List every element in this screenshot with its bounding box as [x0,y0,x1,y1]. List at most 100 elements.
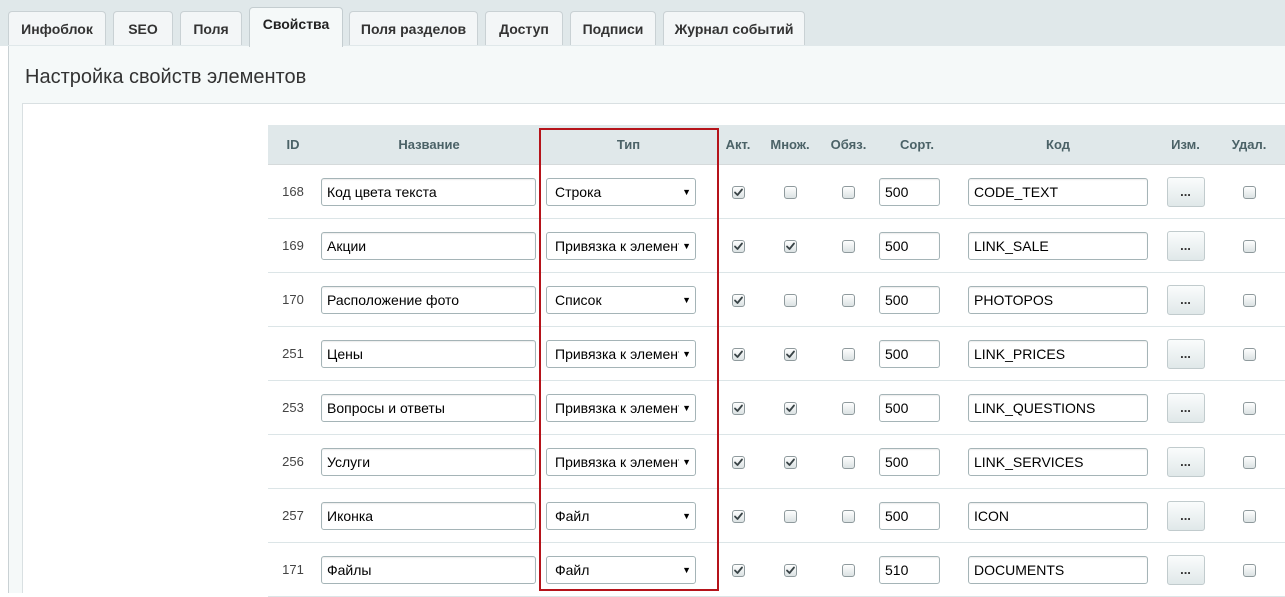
type-select[interactable]: Привязка к элементам ▼ [546,447,696,476]
multiple-cell [759,218,821,273]
tab-event-log[interactable]: Журнал событий [663,11,805,45]
code-input[interactable]: ICON [968,501,1148,530]
required-checkbox[interactable] [842,186,855,200]
delete-checkbox[interactable] [1242,348,1256,362]
code-input[interactable]: DOCUMENTS [968,555,1148,584]
edit-button[interactable]: ... [1166,284,1205,315]
required-checkbox[interactable] [842,510,855,524]
active-checkbox[interactable] [731,186,745,200]
dropdown-arrow-icon: ▼ [682,240,691,251]
table-row: 168 Код цвета текста Строка ▼ 500 CODE_T… [268,164,1285,219]
code-input[interactable]: LINK_SALE [968,231,1148,260]
sort-input[interactable]: 500 [879,339,940,368]
required-checkbox[interactable] [842,348,855,362]
sort-input[interactable]: 500 [879,231,940,260]
edit-button[interactable]: ... [1166,176,1205,207]
delete-checkbox[interactable] [1242,456,1256,470]
code-input[interactable]: LINK_PRICES [968,339,1148,368]
required-checkbox[interactable] [842,564,855,578]
tab-infoblock[interactable]: Инфоблок [8,11,106,45]
sort-input[interactable]: 500 [879,447,940,476]
multiple-checkbox[interactable] [783,186,797,200]
edit-cell: ... [1158,326,1213,381]
tab-seo[interactable]: SEO [113,11,173,45]
type-cell: Привязка к элементам ▼ [540,380,717,435]
tab-section-fields[interactable]: Поля разделов [349,11,478,45]
active-checkbox[interactable] [731,348,745,362]
tab-fields[interactable]: Поля [180,11,242,45]
edit-cell: ... [1158,218,1213,273]
dropdown-arrow-icon: ▼ [682,564,691,575]
type-select[interactable]: Файл ▼ [546,555,696,584]
code-input[interactable]: PHOTOPOS [968,285,1148,314]
multiple-checkbox[interactable] [783,240,797,254]
multiple-checkbox[interactable] [783,456,797,470]
edit-button[interactable]: ... [1166,554,1205,585]
sort-input[interactable]: 510 [879,555,940,584]
sort-input[interactable]: 500 [879,285,940,314]
dropdown-arrow-icon: ▼ [682,348,691,359]
name-input[interactable]: Цены [321,339,536,368]
required-checkbox[interactable] [842,402,855,416]
delete-checkbox[interactable] [1242,294,1256,308]
name-cell: Расположение фото [318,272,540,327]
required-checkbox[interactable] [842,456,855,470]
multiple-checkbox[interactable] [783,510,797,524]
name-input[interactable]: Вопросы и ответы [321,393,536,422]
active-checkbox[interactable] [731,240,745,254]
required-checkbox[interactable] [842,240,855,254]
name-input[interactable]: Иконка [321,501,536,530]
type-select-value: Файл [555,561,590,578]
multiple-checkbox[interactable] [783,564,797,578]
delete-checkbox[interactable] [1242,186,1256,200]
checkmark-icon [733,566,743,574]
delete-checkbox[interactable] [1242,564,1256,578]
required-cell [821,434,876,489]
required-cell [821,488,876,543]
checkmark-icon [733,188,743,196]
delete-checkbox[interactable] [1242,240,1256,254]
type-select[interactable]: Строка ▼ [546,177,696,206]
edit-button[interactable]: ... [1166,500,1205,531]
column-header-sort: Сорт. [876,125,958,165]
name-input[interactable]: Услуги [321,447,536,476]
active-checkbox[interactable] [731,564,745,578]
edit-button[interactable]: ... [1166,230,1205,261]
multiple-checkbox[interactable] [783,294,797,308]
multiple-checkbox[interactable] [783,402,797,416]
name-input[interactable]: Акции [321,231,536,260]
edit-button[interactable]: ... [1166,446,1205,477]
name-input[interactable]: Код цвета текста [321,177,536,206]
code-input[interactable]: CODE_TEXT [968,177,1148,206]
sort-input[interactable]: 500 [879,393,940,422]
active-checkbox[interactable] [731,294,745,308]
edit-button[interactable]: ... [1166,392,1205,423]
type-select[interactable]: Привязка к элементам ▼ [546,339,696,368]
sort-input[interactable]: 500 [879,177,940,206]
delete-checkbox[interactable] [1242,510,1256,524]
multiple-checkbox[interactable] [783,348,797,362]
type-select[interactable]: Список ▼ [546,285,696,314]
active-checkbox[interactable] [731,402,745,416]
code-input[interactable]: LINK_SERVICES [968,447,1148,476]
multiple-cell [759,164,821,219]
type-select-value: Привязка к элементам [555,399,679,416]
name-input[interactable]: Расположение фото [321,285,536,314]
tab-properties[interactable]: Свойства [249,7,343,47]
type-select[interactable]: Привязка к элементам ▼ [546,231,696,260]
delete-checkbox[interactable] [1242,402,1256,416]
tab-access[interactable]: Доступ [485,11,563,45]
sort-input[interactable]: 500 [879,501,940,530]
active-checkbox[interactable] [731,456,745,470]
type-select[interactable]: Привязка к элементам ▼ [546,393,696,422]
tab-captions[interactable]: Подписи [570,11,656,45]
edit-button[interactable]: ... [1166,338,1205,369]
code-input[interactable]: LINK_QUESTIONS [968,393,1148,422]
type-select[interactable]: Файл ▼ [546,501,696,530]
checkmark-icon [733,296,743,304]
name-input[interactable]: Файлы [321,555,536,584]
required-checkbox[interactable] [842,294,855,308]
type-select-value: Привязка к элементам [555,345,679,362]
active-checkbox[interactable] [731,510,745,524]
active-cell [717,434,759,489]
